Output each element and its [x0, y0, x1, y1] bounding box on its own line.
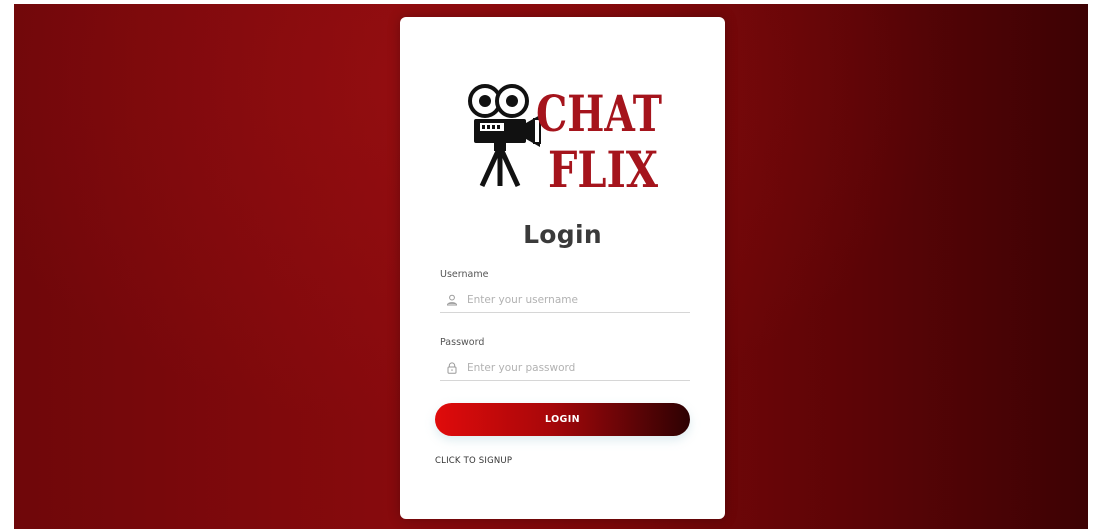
logo-text-flix: FLIX — [548, 140, 658, 191]
movie-camera-icon — [468, 84, 541, 188]
password-label: Password — [440, 337, 485, 348]
logo-text-chat: CHAT — [536, 84, 662, 143]
login-card: CHAT FLIX Login Username Password LOGIN … — [400, 17, 725, 519]
password-input[interactable] — [467, 362, 677, 374]
signup-link[interactable]: CLICK TO SIGNUP — [435, 456, 512, 466]
user-icon — [446, 294, 458, 306]
chatflix-logo: CHAT FLIX — [468, 84, 662, 191]
lock-icon — [446, 362, 458, 374]
username-label: Username — [440, 269, 489, 280]
username-input[interactable] — [467, 294, 677, 306]
page-title: Login — [523, 220, 602, 249]
password-field — [440, 356, 690, 381]
username-field — [440, 288, 690, 313]
login-button[interactable]: LOGIN — [435, 403, 690, 436]
